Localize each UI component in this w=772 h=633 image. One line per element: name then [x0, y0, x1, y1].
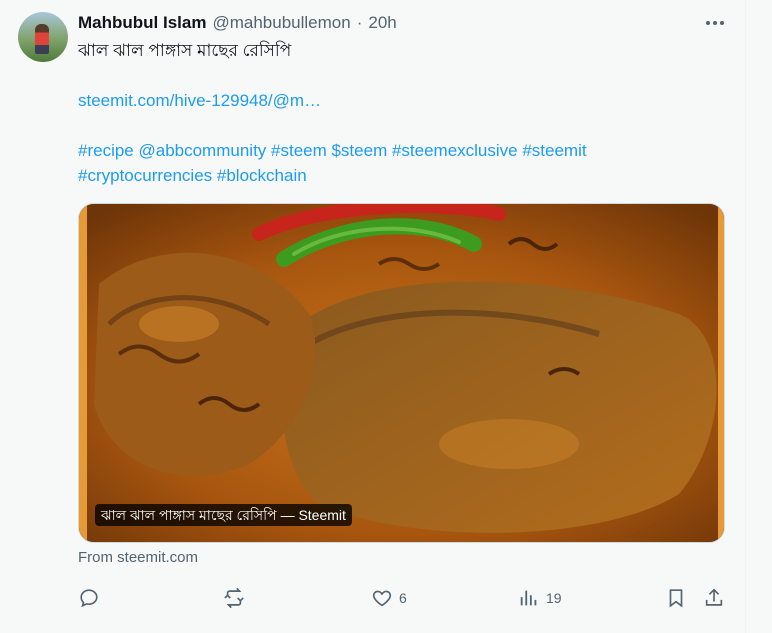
share-icon: [705, 588, 723, 606]
tweet[interactable]: Mahbubul Islam @mahbubullemon · 20h ঝাল …: [0, 0, 746, 633]
views-button[interactable]: 19: [518, 583, 562, 613]
timestamp[interactable]: 20h: [368, 12, 396, 34]
card-label: ঝাল ঝাল পাঙ্গাস মাছের রেসিপি — Steemit: [95, 504, 352, 526]
repost-button[interactable]: [223, 583, 251, 613]
fish-curry-image: [79, 204, 724, 542]
post-link[interactable]: steemit.com/hive-129948/@m…: [78, 88, 718, 113]
reply-icon: [80, 589, 98, 608]
like-button[interactable]: 6: [371, 583, 407, 613]
heart-icon: [372, 590, 392, 607]
tweet-title: ঝাল ঝাল পাঙ্গাস মাছের রেসিপি: [78, 41, 292, 60]
reply-button[interactable]: [78, 583, 106, 613]
card-source[interactable]: From steemit.com: [78, 549, 198, 566]
like-count: 6: [399, 590, 407, 606]
bookmark-icon: [669, 589, 683, 608]
more-options-button[interactable]: [700, 10, 730, 36]
avatar-person: [35, 24, 49, 54]
hashtags-line-1[interactable]: #recipe @abbcommunity #steem $steem #ste…: [78, 138, 718, 163]
avatar[interactable]: [18, 12, 68, 62]
separator-dot: ·: [356, 13, 363, 32]
more-icon: [706, 21, 724, 25]
tweet-header: Mahbubul Islam @mahbubullemon · 20h: [78, 12, 715, 34]
views-count: 19: [546, 590, 562, 606]
hashtags-line-2[interactable]: #cryptocurrencies #blockchain: [78, 163, 718, 188]
author-name[interactable]: Mahbubul Islam: [78, 12, 206, 34]
author-handle[interactable]: @mahbubullemon: [212, 12, 350, 34]
share-button[interactable]: [703, 583, 725, 613]
tweet-text: ঝাল ঝাল পাঙ্গাস মাছের রেসিপি steemit.com…: [78, 38, 718, 188]
views-icon: [520, 590, 537, 606]
link-card[interactable]: ঝাল ঝাল পাঙ্গাস মাছের রেসিপি — Steemit: [78, 203, 725, 543]
bookmark-button[interactable]: [665, 583, 687, 613]
action-bar: 6 19: [78, 583, 730, 613]
repost-icon: [224, 587, 244, 609]
